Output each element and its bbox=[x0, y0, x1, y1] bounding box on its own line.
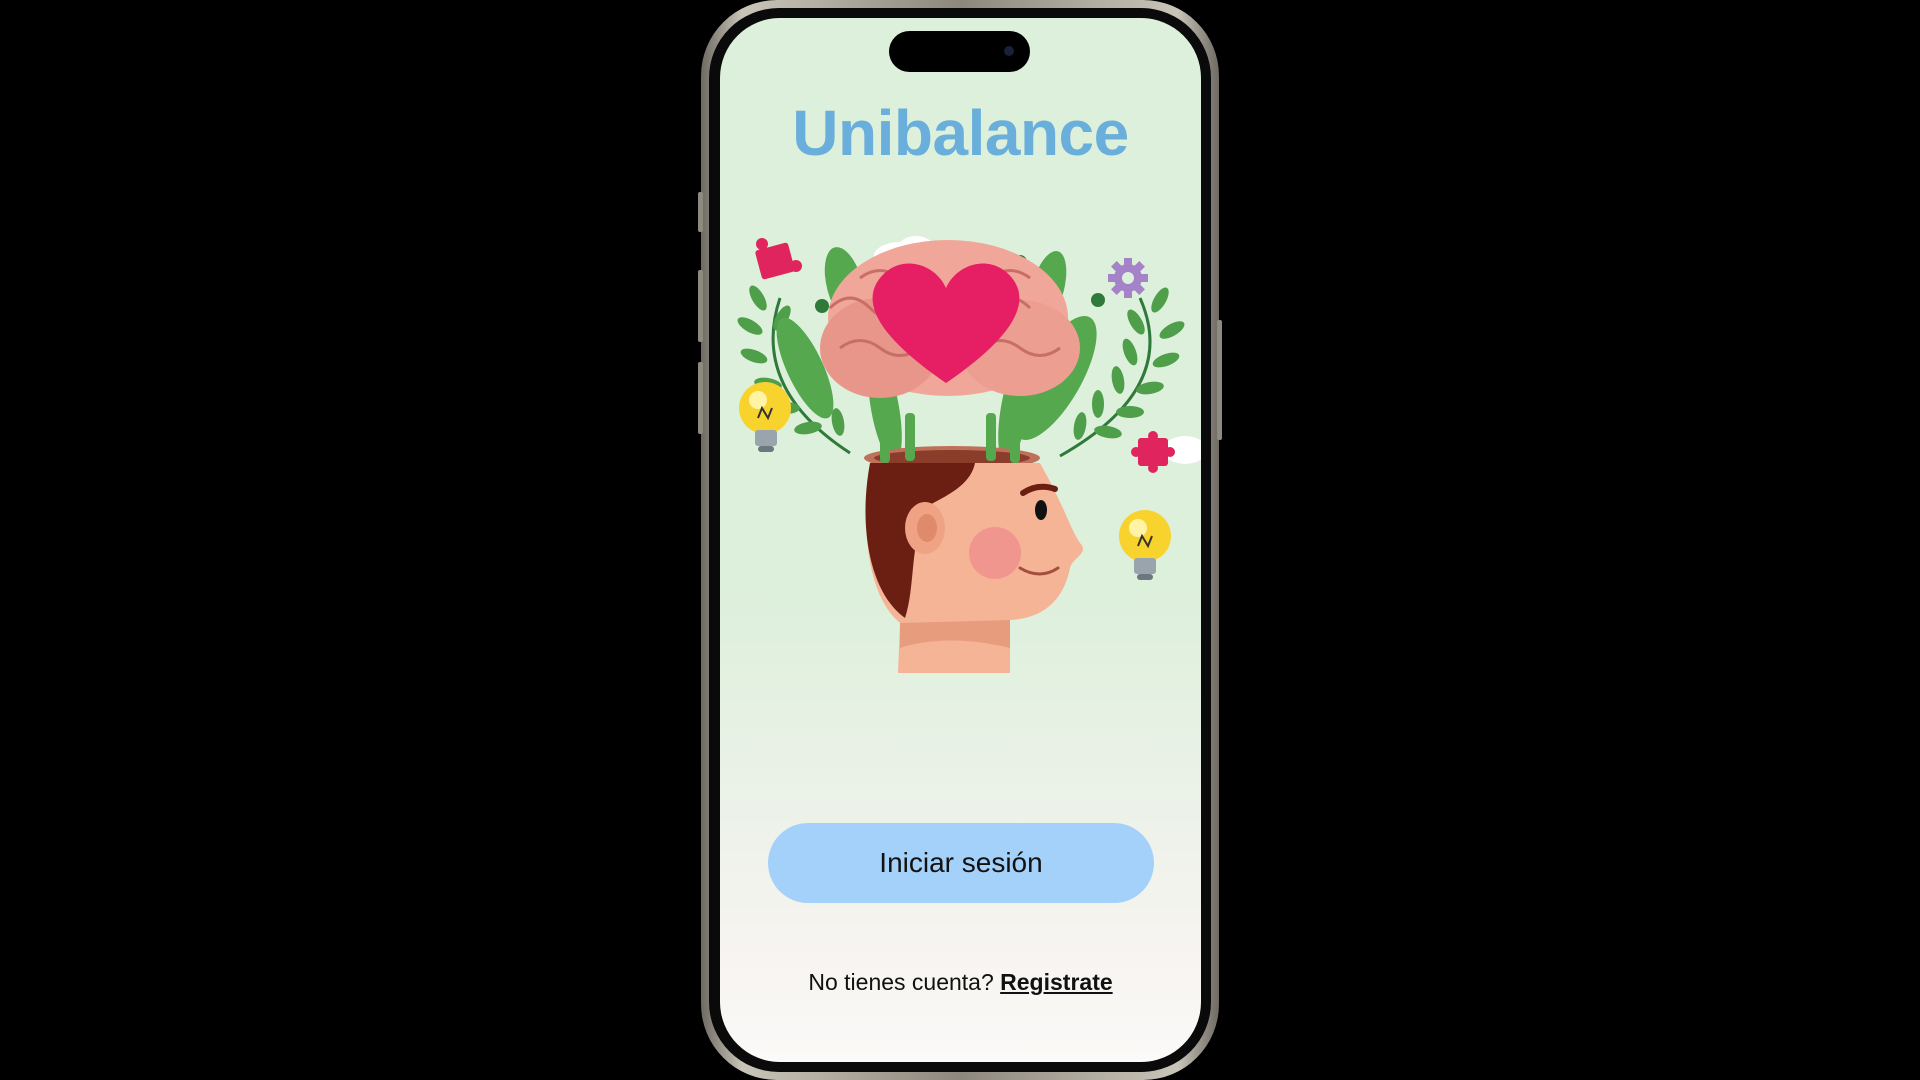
action-button bbox=[698, 192, 703, 232]
power-button bbox=[1217, 320, 1222, 440]
signup-prompt: No tienes cuenta? bbox=[808, 969, 994, 995]
volume-down-button bbox=[698, 362, 703, 434]
login-button[interactable]: Iniciar sesión bbox=[768, 823, 1154, 903]
front-camera bbox=[1004, 46, 1014, 56]
app-title: Unibalance bbox=[792, 97, 1129, 169]
signup-link[interactable]: Registrate bbox=[1000, 969, 1112, 995]
signup-row: No tienes cuenta? Registrate bbox=[720, 969, 1201, 996]
app-screen: Unibalance Iniciar sesión No tienes cuen… bbox=[720, 18, 1201, 1062]
volume-up-button bbox=[698, 270, 703, 342]
dynamic-island bbox=[889, 31, 1030, 72]
mind-wellbeing-illustration bbox=[737, 236, 1201, 673]
